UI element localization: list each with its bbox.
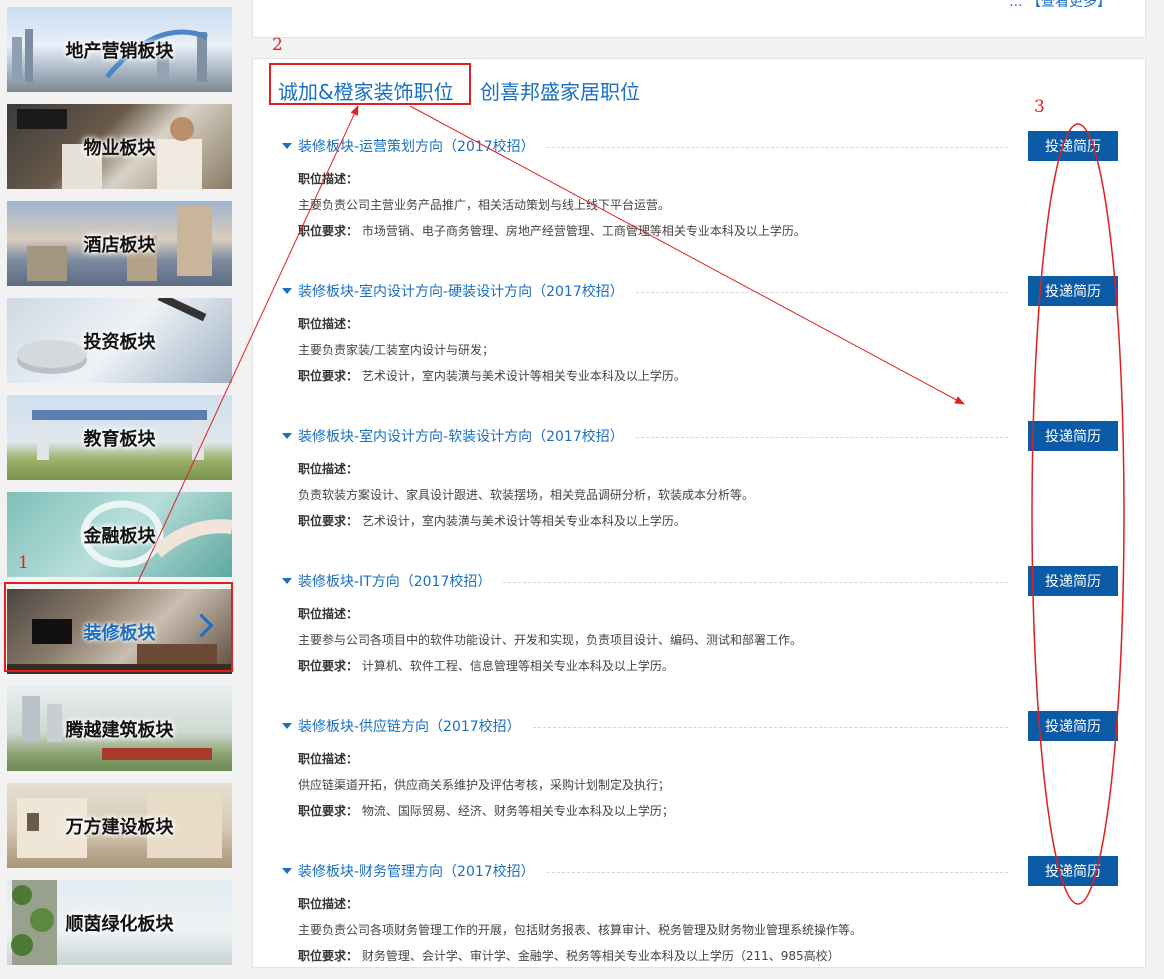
req-label: 职位要求：	[298, 369, 359, 383]
desc-label-line: 职位描述：	[298, 750, 358, 767]
job-requirement: 艺术设计，室内装潢与美术设计等相关专业本科及以上学历。	[361, 369, 686, 383]
desc-label: 职位描述：	[298, 897, 359, 911]
divider	[546, 146, 1008, 148]
job-title[interactable]: 装修板块-供应链方向（2017校招）	[298, 716, 521, 736]
sidebar-item-education[interactable]: 教育板块	[7, 395, 232, 480]
caret-down-icon[interactable]	[282, 288, 292, 294]
previous-panel: ... 【查看更多】	[252, 0, 1146, 38]
caret-down-icon[interactable]	[282, 723, 292, 729]
job-title-row: 装修板块-室内设计方向-硬装设计方向（2017校招）	[298, 279, 1008, 303]
sidebar-item-property[interactable]: 物业板块	[7, 104, 232, 189]
sidebar-item-label: 投资板块	[83, 331, 156, 353]
sidebar-item-label: 地产营销板块	[65, 40, 174, 62]
requirement-line: 职位要求： 物流、国际贸易、经济、财务等相关专业本科及以上学历；	[298, 802, 674, 819]
job-item: 装修板块-IT方向（2017校招） 投递简历 职位描述： 主要参与公司各项目中的…	[282, 566, 1122, 689]
requirement-line: 职位要求： 计算机、软件工程、信息管理等相关专业本科及以上学历。	[298, 657, 674, 674]
tab-chengjia[interactable]: 诚加&橙家装饰职位	[278, 76, 454, 105]
sidebar-item-wanfang[interactable]: 万方建设板块	[7, 783, 232, 868]
caret-down-icon[interactable]	[282, 143, 292, 149]
desc-label-line: 职位描述：	[298, 895, 358, 912]
desc-label: 职位描述：	[298, 462, 359, 476]
job-item: 装修板块-室内设计方向-硬装设计方向（2017校招） 投递简历 职位描述： 主要…	[282, 276, 1122, 399]
job-description: 主要负责公司各项财务管理工作的开展，包括财务报表、核算审计、税务管理及财务物业管…	[298, 923, 863, 937]
sidebar-item-label: 物业板块	[83, 137, 156, 159]
job-description: 主要负责家装/工装室内设计与研发；	[298, 343, 495, 357]
req-label: 职位要求：	[298, 804, 359, 818]
job-requirement: 财务管理、会计学、审计学、金融学、税务等相关专业本科及以上学历（211、985高…	[361, 949, 840, 963]
job-description: 供应链渠道开拓，供应商关系维护及评估考核，采购计划制定及执行；	[298, 778, 671, 792]
job-title[interactable]: 装修板块-室内设计方向-软装设计方向（2017校招）	[298, 426, 624, 446]
sidebar-item-real-estate[interactable]: 地产营销板块	[7, 7, 232, 92]
sidebar-item-label: 装修板块	[83, 622, 156, 644]
sidebar-item-tengyue[interactable]: 腾越建筑板块	[7, 686, 232, 771]
job-title-row: 装修板块-IT方向（2017校招）	[298, 569, 1008, 593]
job-requirement: 艺术设计，室内装潢与美术设计等相关专业本科及以上学历。	[361, 514, 686, 528]
job-description: 主要参与公司各项目中的软件功能设计、开发和实现，负责项目设计、编码、测试和部署工…	[298, 633, 803, 647]
job-item: 装修板块-室内设计方向-软装设计方向（2017校招） 投递简历 职位描述： 负责…	[282, 421, 1122, 544]
divider	[546, 871, 1008, 873]
sidebar-item-label: 教育板块	[83, 428, 156, 450]
req-label: 职位要求：	[298, 224, 359, 238]
sidebar-item-label: 万方建设板块	[65, 816, 174, 838]
job-title-row: 装修板块-室内设计方向-软装设计方向（2017校招）	[298, 424, 1008, 448]
tab-chuangxi[interactable]: 创喜邦盛家居职位	[480, 76, 640, 105]
job-title[interactable]: 装修板块-运营策划方向（2017校招）	[298, 136, 535, 156]
desc-label: 职位描述：	[298, 172, 359, 186]
annotation-number-2: 2	[272, 35, 283, 55]
desc-label-line: 职位描述：	[298, 315, 358, 332]
requirement-line: 职位要求： 艺术设计，室内装潢与美术设计等相关专业本科及以上学历。	[298, 367, 686, 384]
apply-button[interactable]: 投递简历	[1028, 856, 1118, 886]
sidebar-item-decoration[interactable]: 装修板块	[7, 589, 232, 674]
sidebar-item-investment[interactable]: 投资板块	[7, 298, 232, 383]
sidebar-item-label: 顺茵绿化板块	[65, 913, 174, 935]
sidebar-item-hotel[interactable]: 酒店板块	[7, 201, 232, 286]
apply-button[interactable]: 投递简历	[1028, 566, 1118, 596]
job-title-row: 装修板块-财务管理方向（2017校招）	[298, 859, 1008, 883]
req-label: 职位要求：	[298, 514, 359, 528]
sidebar-item-finance[interactable]: 金融板块	[7, 492, 232, 577]
job-description: 主要负责公司主营业务产品推广，相关活动策划与线上线下平台运营。	[298, 198, 671, 212]
view-more-link[interactable]: ... 【查看更多】	[1009, 0, 1111, 11]
job-title-row: 装修板块-供应链方向（2017校招）	[298, 714, 1008, 738]
desc-label-line: 职位描述：	[298, 170, 358, 187]
annotation-number-1: 1	[18, 553, 29, 573]
caret-down-icon[interactable]	[282, 868, 292, 874]
desc-label: 职位描述：	[298, 317, 359, 331]
job-item: 装修板块-财务管理方向（2017校招） 投递简历 职位描述： 主要负责公司各项财…	[282, 856, 1122, 979]
requirement-line: 职位要求： 市场营销、电子商务管理、房地产经营管理、工商管理等相关专业本科及以上…	[298, 222, 806, 239]
sidebar-item-label: 腾越建筑板块	[65, 719, 174, 741]
divider	[635, 436, 1008, 438]
desc-label-line: 职位描述：	[298, 605, 358, 622]
job-requirement: 市场营销、电子商务管理、房地产经营管理、工商管理等相关专业本科及以上学历。	[361, 224, 806, 238]
apply-button[interactable]: 投递简历	[1028, 276, 1118, 306]
job-title-row: 装修板块-运营策划方向（2017校招）	[298, 134, 1008, 158]
job-title[interactable]: 装修板块-IT方向（2017校招）	[298, 571, 491, 591]
divider	[635, 291, 1008, 293]
divider	[503, 581, 1008, 583]
apply-button[interactable]: 投递简历	[1028, 421, 1118, 451]
caret-down-icon[interactable]	[282, 433, 292, 439]
desc-label: 职位描述：	[298, 752, 359, 766]
job-requirement: 物流、国际贸易、经济、财务等相关专业本科及以上学历；	[361, 804, 674, 818]
req-label: 职位要求：	[298, 659, 359, 673]
job-description: 负责软装方案设计、家具设计跟进、软装摆场，相关竞品调研分析，软装成本分析等。	[298, 488, 755, 502]
sidebar-item-label: 金融板块	[83, 525, 156, 547]
desc-label-line: 职位描述：	[298, 460, 358, 477]
job-title[interactable]: 装修板块-室内设计方向-硬装设计方向（2017校招）	[298, 281, 624, 301]
annotation-number-3: 3	[1034, 97, 1045, 117]
job-title[interactable]: 装修板块-财务管理方向（2017校招）	[298, 861, 535, 881]
requirement-line: 职位要求： 艺术设计，室内装潢与美术设计等相关专业本科及以上学历。	[298, 512, 686, 529]
req-label: 职位要求：	[298, 949, 359, 963]
desc-label: 职位描述：	[298, 607, 359, 621]
sidebar-item-shunyin[interactable]: 顺茵绿化板块	[7, 880, 232, 965]
sidebar: 地产营销板块 物业板块 酒店板块 投资板块 教育板块 金融板块 装修板块 腾越建…	[0, 0, 240, 965]
apply-button[interactable]: 投递简历	[1028, 711, 1118, 741]
job-item: 装修板块-运营策划方向（2017校招） 投递简历 职位描述： 主要负责公司主营业…	[282, 131, 1122, 254]
divider	[532, 726, 1008, 728]
sidebar-item-label: 酒店板块	[83, 234, 156, 256]
caret-down-icon[interactable]	[282, 578, 292, 584]
job-item: 装修板块-供应链方向（2017校招） 投递简历 职位描述： 供应链渠道开拓，供应…	[282, 711, 1122, 834]
apply-button[interactable]: 投递简历	[1028, 131, 1118, 161]
job-requirement: 计算机、软件工程、信息管理等相关专业本科及以上学历。	[361, 659, 674, 673]
